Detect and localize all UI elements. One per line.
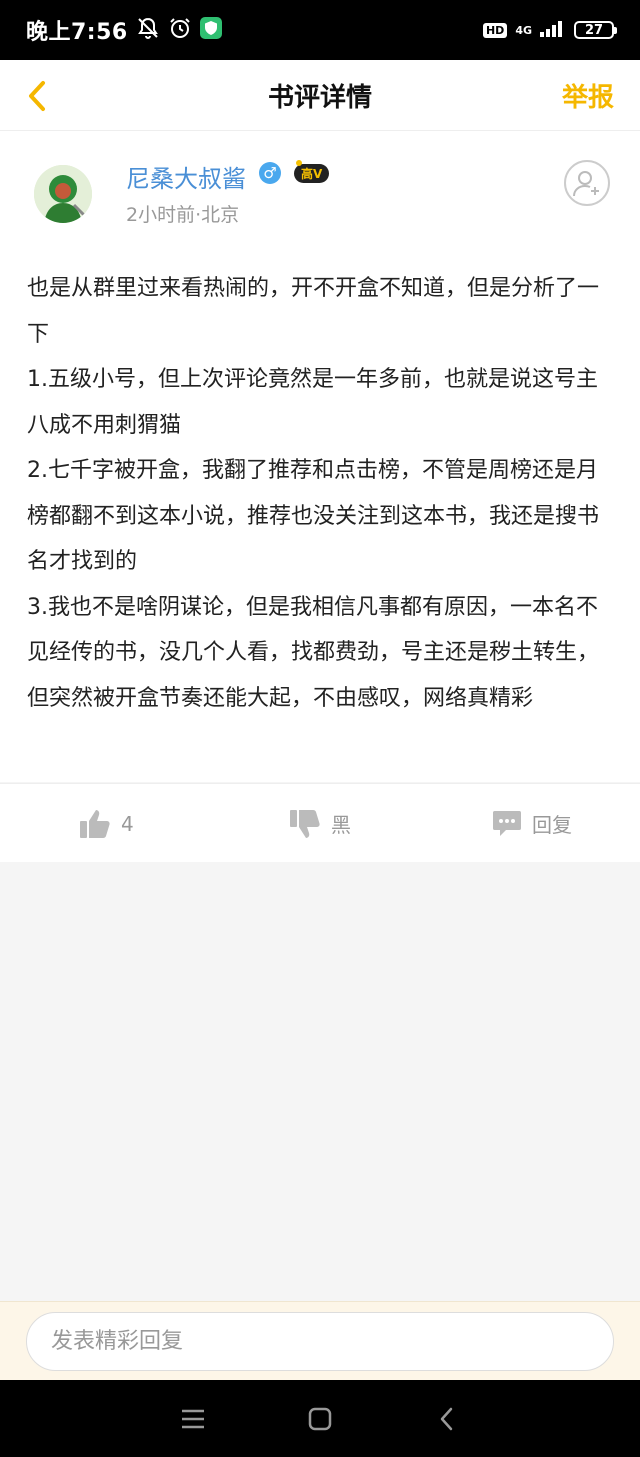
back-arrow-icon — [440, 1407, 452, 1430]
vip-badge: 高V — [294, 160, 330, 183]
back-button[interactable] — [22, 78, 52, 114]
header: 书评详情 举报 — [0, 60, 640, 131]
follow-button[interactable] — [564, 160, 610, 206]
status-bar: 晚上7:56 HD 4G 27 — [0, 0, 640, 60]
status-time: 晚上7:56 — [26, 20, 128, 45]
review-post: 尼桑大叔酱 ♂ 高V 2小时前·北京 也是从群里过来看热闹的，开不开盒不知道，但… — [0, 131, 640, 782]
reply-button[interactable]: 回复 — [492, 784, 572, 863]
home-nav-button[interactable] — [300, 1399, 340, 1439]
back-nav-button[interactable] — [427, 1399, 467, 1439]
menu-nav-button[interactable] — [173, 1399, 213, 1439]
comment-icon — [493, 810, 521, 836]
reply-label: 回复 — [532, 813, 572, 837]
mute-bell-icon — [136, 16, 160, 44]
shield-app-icon — [199, 17, 222, 43]
avatar[interactable] — [34, 165, 92, 223]
thumbs-down-icon — [290, 809, 320, 838]
dislike-button[interactable]: 黑 — [289, 784, 351, 863]
hd-badge: HD — [482, 22, 508, 38]
post-meta: 2小时前·北京 — [126, 204, 240, 226]
thumbs-up-icon — [80, 809, 110, 838]
add-user-icon — [573, 171, 599, 197]
menu-icon — [182, 1409, 205, 1428]
like-count: 4 — [121, 811, 134, 836]
male-icon: ♂ — [259, 162, 281, 184]
status-left: 晚上7:56 — [26, 14, 222, 46]
dislike-label: 黑 — [331, 813, 351, 837]
reply-input[interactable] — [26, 1312, 614, 1371]
home-square-icon — [308, 1407, 332, 1430]
author-name[interactable]: 尼桑大叔酱 — [126, 159, 246, 194]
status-right: HD 4G 27 — [482, 19, 617, 41]
action-bar: 4 黑 回复 — [0, 783, 640, 862]
battery-icon: 27 — [574, 21, 617, 39]
system-nav-bar — [0, 1380, 640, 1457]
reply-bar — [0, 1301, 640, 1380]
signal-icon — [540, 19, 566, 41]
network-type: 4G — [515, 23, 532, 37]
like-button[interactable]: 4 — [79, 784, 134, 863]
alarm-icon — [168, 16, 192, 44]
report-button[interactable]: 举报 — [562, 77, 614, 114]
chevron-left-icon — [29, 81, 45, 111]
post-content: 也是从群里过来看热闹的，开不开盒不知道，但是分析了一下 1.五级小号，但上次评论… — [27, 276, 600, 711]
page-title: 书评详情 — [267, 82, 372, 113]
